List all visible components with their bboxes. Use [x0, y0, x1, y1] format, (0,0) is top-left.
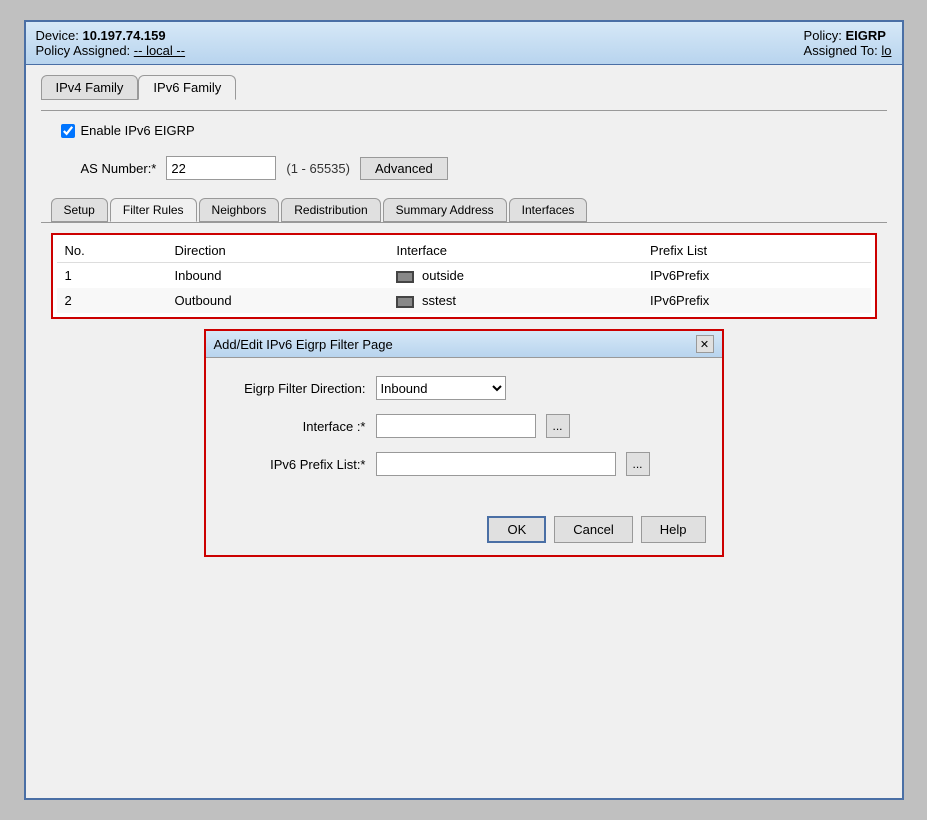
- title-left: Device: 10.197.74.159 Policy Assigned: -…: [36, 28, 186, 58]
- policy-value: EIGRP: [845, 28, 885, 43]
- modal-prefix-list-label: IPv6 Prefix List:*: [226, 457, 366, 472]
- row1-prefix-list: IPv6Prefix: [642, 263, 870, 289]
- row2-interface: sstest: [388, 288, 642, 313]
- row2-direction: Outbound: [166, 288, 388, 313]
- policy-assigned-link[interactable]: -- local --: [134, 43, 185, 58]
- modal-interface-label: Interface :*: [226, 419, 366, 434]
- assigned-to-link[interactable]: lo: [881, 43, 891, 58]
- as-number-label: AS Number:*: [81, 161, 157, 176]
- as-number-row: AS Number:* 22 (1 - 65535) Advanced: [81, 156, 887, 180]
- filter-table: No. Direction Interface Prefix List 1 In…: [57, 239, 871, 313]
- modal-body: Eigrp Filter Direction: Inbound Outbound…: [206, 358, 722, 508]
- row1-direction: Inbound: [166, 263, 388, 289]
- modal-interface-row: Interface :* ...: [226, 414, 702, 438]
- sub-tab-divider: [41, 222, 887, 223]
- enable-ipv6-checkbox[interactable]: [61, 124, 75, 138]
- modal-title: Add/Edit IPv6 Eigrp Filter Page: [214, 337, 393, 352]
- tab-ipv6-family[interactable]: IPv6 Family: [138, 75, 236, 100]
- tab-filter-rules[interactable]: Filter Rules: [110, 198, 197, 222]
- row1-interface: outside: [388, 263, 642, 289]
- modal-direction-select[interactable]: Inbound Outbound: [376, 376, 506, 400]
- interface-icon: [396, 271, 414, 283]
- title-right: Policy: EIGRP Assigned To: lo: [804, 28, 892, 58]
- modal-ok-button[interactable]: OK: [487, 516, 546, 543]
- col-prefix-list: Prefix List: [642, 239, 870, 263]
- filter-table-container: No. Direction Interface Prefix List 1 In…: [51, 233, 877, 319]
- enable-ipv6-label: Enable IPv6 EIGRP: [81, 123, 195, 138]
- col-no: No.: [57, 239, 167, 263]
- row1-no: 1: [57, 263, 167, 289]
- interface-icon: [396, 296, 414, 308]
- assigned-to-info: Assigned To: lo: [804, 43, 892, 58]
- tab-ipv4-family[interactable]: IPv4 Family: [41, 75, 139, 100]
- row2-prefix-list: IPv6Prefix: [642, 288, 870, 313]
- col-interface: Interface: [388, 239, 642, 263]
- modal-direction-row: Eigrp Filter Direction: Inbound Outbound: [226, 376, 702, 400]
- modal-title-bar: Add/Edit IPv6 Eigrp Filter Page ✕: [206, 331, 722, 358]
- tab-redistribution[interactable]: Redistribution: [281, 198, 380, 222]
- policy-assigned-info: Policy Assigned: -- local --: [36, 43, 186, 58]
- as-number-input[interactable]: 22: [166, 156, 276, 180]
- modal-interface-browse-button[interactable]: ...: [546, 414, 570, 438]
- family-tabs: IPv4 Family IPv6 Family: [41, 75, 887, 100]
- main-window: Device: 10.197.74.159 Policy Assigned: -…: [24, 20, 904, 800]
- modal-direction-label: Eigrp Filter Direction:: [226, 381, 366, 396]
- table-row[interactable]: 2 Outbound sstest IPv6Prefix: [57, 288, 871, 313]
- table-row[interactable]: 1 Inbound outside IPv6Prefix: [57, 263, 871, 289]
- modal-prefix-list-input[interactable]: [376, 452, 616, 476]
- sub-tabs: Setup Filter Rules Neighbors Redistribut…: [51, 198, 887, 222]
- family-tab-divider: [41, 110, 887, 111]
- row2-interface-name: sstest: [422, 293, 456, 308]
- modal-overlay: Add/Edit IPv6 Eigrp Filter Page ✕ Eigrp …: [71, 329, 857, 557]
- modal-help-button[interactable]: Help: [641, 516, 706, 543]
- tab-interfaces[interactable]: Interfaces: [509, 198, 588, 222]
- modal-prefix-list-row: IPv6 Prefix List:* ...: [226, 452, 702, 476]
- modal-close-button[interactable]: ✕: [696, 335, 714, 353]
- tab-neighbors[interactable]: Neighbors: [199, 198, 280, 222]
- modal-cancel-button[interactable]: Cancel: [554, 516, 632, 543]
- col-direction: Direction: [166, 239, 388, 263]
- advanced-button[interactable]: Advanced: [360, 157, 448, 180]
- row2-no: 2: [57, 288, 167, 313]
- tab-summary-address[interactable]: Summary Address: [383, 198, 507, 222]
- modal-interface-input[interactable]: [376, 414, 536, 438]
- device-value: 10.197.74.159: [82, 28, 165, 43]
- as-number-range: (1 - 65535): [286, 161, 350, 176]
- device-info: Device: 10.197.74.159: [36, 28, 186, 43]
- title-bar: Device: 10.197.74.159 Policy Assigned: -…: [26, 22, 902, 65]
- content-area: IPv4 Family IPv6 Family Enable IPv6 EIGR…: [26, 65, 902, 798]
- modal-footer: OK Cancel Help: [206, 508, 722, 555]
- modal-dialog: Add/Edit IPv6 Eigrp Filter Page ✕ Eigrp …: [204, 329, 724, 557]
- row1-interface-name: outside: [422, 268, 464, 283]
- enable-ipv6-row: Enable IPv6 EIGRP: [61, 123, 887, 138]
- policy-info: Policy: EIGRP: [804, 28, 892, 43]
- tab-setup[interactable]: Setup: [51, 198, 108, 222]
- modal-prefix-list-browse-button[interactable]: ...: [626, 452, 650, 476]
